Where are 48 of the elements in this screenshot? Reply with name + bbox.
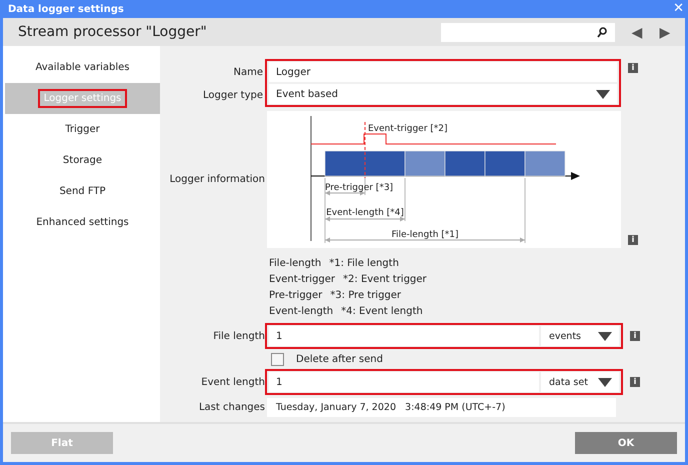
diagram-label: File-length [*1] (391, 230, 459, 240)
dimension-arrow (324, 190, 366, 196)
forward-button[interactable]: ▶ (651, 24, 679, 40)
last-changes-value: Tuesday, January 7, 2020 3:48:49 PM (UTC+-7) (267, 398, 616, 417)
logger-type-dropdown[interactable]: Event based (269, 84, 617, 104)
checkbox[interactable] (271, 353, 284, 366)
dropdown-arrow-icon[interactable] (598, 378, 612, 386)
sidebar-item[interactable]: Trigger (5, 114, 160, 145)
footer-button[interactable]: OK (575, 432, 677, 454)
sidebar-item[interactable]: Available variables (5, 52, 160, 83)
sidebar-item[interactable]: Send FTP (5, 176, 160, 207)
back-button[interactable]: ◀ (623, 24, 651, 40)
legend-term: Event-length (269, 305, 334, 319)
dropdown-arrow-icon[interactable] (598, 332, 612, 340)
field-label: Event length (200, 376, 265, 388)
sidebar-item[interactable]: Enhanced settings (5, 207, 160, 238)
page-title: Stream processor "Logger" (18, 24, 208, 40)
sidebar-item[interactable]: Storage (5, 145, 160, 176)
diagram-label: Pre-trigger [*3] (325, 183, 394, 193)
info-icon[interactable]: i (628, 63, 638, 73)
field-label: Logger type (203, 89, 263, 103)
info-icon[interactable]: i (630, 331, 640, 341)
legend-text: *2: Event trigger (343, 273, 427, 287)
trigger-marker-line (364, 122, 366, 178)
field-label: File length (212, 330, 265, 342)
field-label: Last changes (198, 402, 265, 413)
info-icon[interactable]: i (628, 235, 638, 245)
file-length-field[interactable]: 1 (269, 326, 539, 346)
info-icon[interactable]: i (630, 377, 640, 387)
unit-dropdown[interactable]: events (541, 326, 619, 346)
legend-text: *3: Pre trigger (330, 289, 402, 303)
diagram-label: Event-trigger [*2] (368, 124, 448, 134)
diagram-label: Event-length [*4] (326, 208, 404, 218)
search-icon[interactable] (597, 26, 607, 38)
legend-text: *1: File length (329, 257, 399, 271)
legend-text: *4: Event length (341, 305, 423, 319)
name-field[interactable]: Logger (269, 62, 617, 82)
legend-term: Event-trigger (269, 273, 336, 287)
dropdown-arrow-icon[interactable] (596, 90, 610, 98)
checkbox-label: Delete after send (296, 354, 383, 365)
legend-term: Pre-trigger (269, 289, 322, 303)
field-label: Name (233, 66, 263, 80)
event-length-field[interactable]: 1 (269, 372, 539, 392)
close-button[interactable]: ✕ (673, 2, 684, 16)
field-label: Logger information (170, 174, 265, 185)
unit-dropdown[interactable]: data set (541, 372, 619, 392)
legend-term: File-length (269, 257, 322, 271)
window-title: Data logger settings (8, 4, 124, 14)
